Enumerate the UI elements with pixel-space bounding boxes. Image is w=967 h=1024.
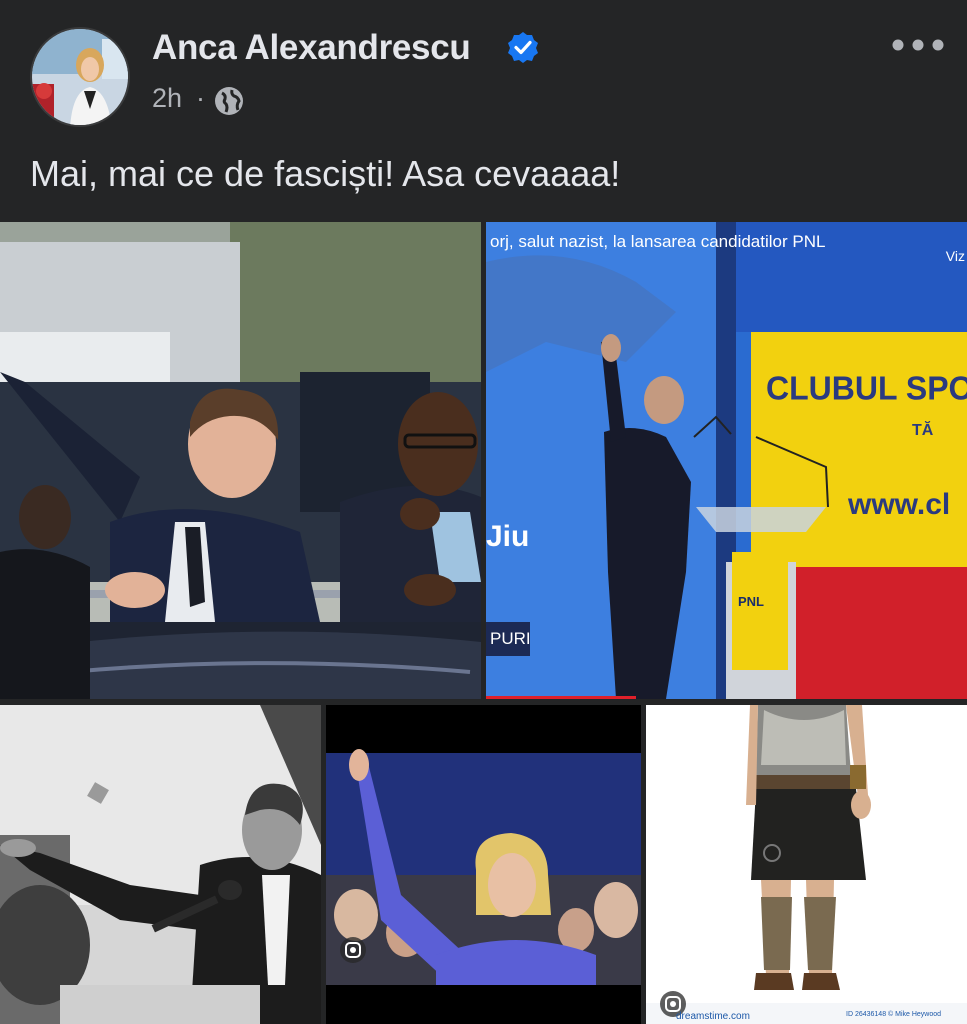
banner-url-text: www.cl [848,488,951,521]
video-caption: orj, salut nazist, la lansarea candidati… [490,232,826,251]
gladiator-stock-photo [646,705,967,1024]
post-photo-3[interactable] [0,705,321,1024]
stock-watermark: dreamstime.com [676,1011,750,1022]
post-photo-1[interactable] [0,222,481,699]
stock-id: ID 26436148 © Mike Heywood [846,1011,942,1018]
post-photo-4[interactable] [326,705,641,1024]
globe-icon[interactable] [214,86,244,116]
video-corner-text: Viz [945,248,965,264]
post-text: Mai, mai ce de fasciști! Asa cevaaaa! [30,153,621,194]
post-photo-5[interactable]: dreamstime.com ID 26436148 © Mike Heywoo… [646,705,967,1024]
banner-club-text: CLUBUL SPO [766,369,967,407]
stage-photo [486,222,967,699]
meta-separator: · [196,83,205,113]
facebook-post: Anca Alexandrescu 2h · Mai, mai ce de fa… [0,0,967,1024]
lower-third-label: PURI [486,622,531,656]
google-lens-icon[interactable] [340,937,366,963]
more-options-icon[interactable] [889,34,947,56]
waving-woman-photo [326,705,641,1024]
post-photo-2[interactable]: orj, salut nazist, la lansarea candidati… [486,222,967,699]
motorcade-photo [0,222,481,699]
verified-badge-icon [507,31,539,63]
podium-logo-text: PNL [738,594,764,609]
bw-speech-photo [0,705,321,1024]
author-avatar[interactable] [30,27,130,127]
post-timestamp[interactable]: 2h [152,83,182,114]
author-name[interactable]: Anca Alexandrescu [152,28,471,68]
banner-ta-text: TĂ [912,422,934,439]
stage-text-jiu: Jiu [486,520,530,553]
